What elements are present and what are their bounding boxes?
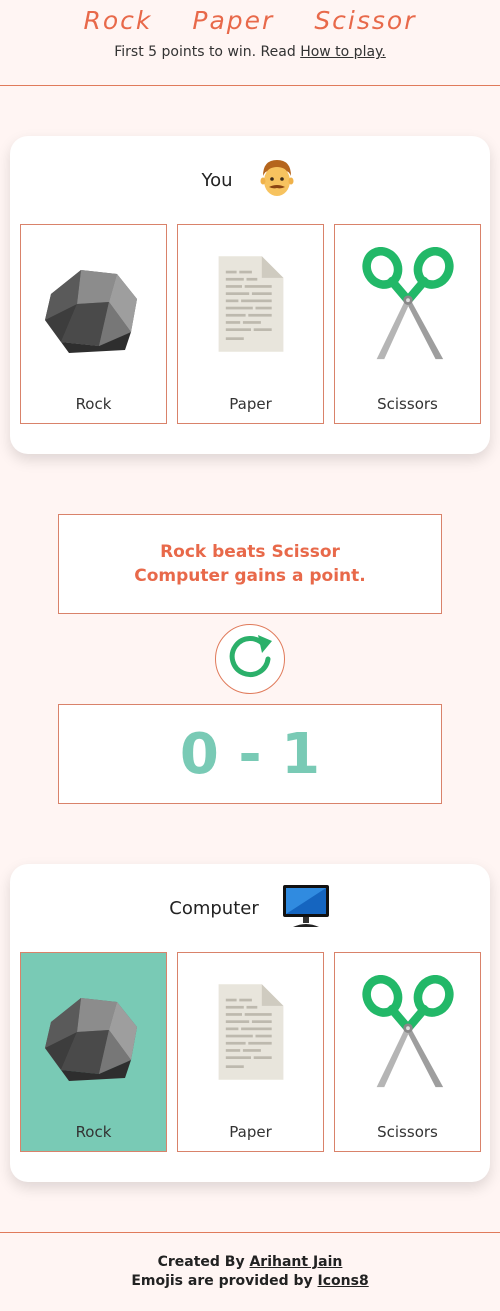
result-message: Rock beats Scissor Computer gains a poin…: [58, 514, 442, 614]
title-word-scissor: Scissor: [314, 6, 417, 35]
player-choices: Rock Paper Scissors: [20, 224, 481, 424]
scissors-icon: [335, 239, 480, 369]
subtitle: First 5 points to win. Read How to play.: [0, 44, 500, 60]
choice-label: Rock: [75, 395, 112, 413]
computer-header: Computer: [10, 864, 490, 952]
player-choice-rock[interactable]: Rock: [20, 224, 167, 424]
player-choice-scissors[interactable]: Scissors: [334, 224, 481, 424]
footer-emoji-text: Emojis are provided by: [131, 1273, 318, 1289]
monitor-icon: [281, 883, 331, 934]
computer-choices: Rock Paper Scissors: [20, 952, 481, 1152]
score-display: 0 - 1: [58, 704, 442, 804]
result-line-1: Rock beats Scissor: [160, 542, 340, 562]
choice-label: Rock: [75, 1123, 112, 1141]
author-link[interactable]: Arihant Jain: [249, 1254, 342, 1270]
page-title: Rock Paper Scissor: [0, 4, 500, 38]
choice-label: Scissors: [377, 395, 438, 413]
scissors-icon: [335, 967, 480, 1097]
restart-icon: [224, 631, 276, 687]
how-to-play-link[interactable]: How to play.: [300, 44, 386, 60]
player-label: You: [201, 169, 233, 191]
score-text: 0 - 1: [179, 721, 321, 787]
subtitle-text: First 5 points to win. Read: [114, 44, 301, 60]
header: Rock Paper Scissor First 5 points to win…: [0, 0, 500, 86]
computer-choice-rock: Rock: [20, 952, 167, 1152]
choice-label: Paper: [229, 1123, 272, 1141]
footer: Created By Arihant Jain Emojis are provi…: [0, 1232, 500, 1311]
result-line-2: Computer gains a point.: [134, 566, 366, 586]
choice-label: Scissors: [377, 1123, 438, 1141]
computer-choice-scissors: Scissors: [334, 952, 481, 1152]
player-card: You Rock Paper Scissors: [10, 136, 490, 454]
paper-icon: [178, 967, 323, 1097]
choice-label: Paper: [229, 395, 272, 413]
paper-icon: [178, 239, 323, 369]
footer-credit: Created By Arihant Jain: [0, 1253, 500, 1272]
title-word-rock: Rock: [83, 6, 153, 35]
player-header: You: [10, 136, 490, 224]
computer-card: Computer Rock Paper Scissors: [10, 864, 490, 1182]
footer-emoji-credit: Emojis are provided by Icons8: [0, 1272, 500, 1291]
computer-choice-paper: Paper: [177, 952, 324, 1152]
title-word-paper: Paper: [192, 6, 275, 35]
player-choice-paper[interactable]: Paper: [177, 224, 324, 424]
rock-icon: [21, 967, 166, 1097]
computer-label: Computer: [169, 897, 259, 919]
restart-button[interactable]: [215, 624, 285, 694]
icons8-link[interactable]: Icons8: [318, 1273, 369, 1289]
footer-created-text: Created By: [157, 1254, 250, 1270]
man-face-icon: [255, 156, 299, 205]
rock-icon: [21, 239, 166, 369]
